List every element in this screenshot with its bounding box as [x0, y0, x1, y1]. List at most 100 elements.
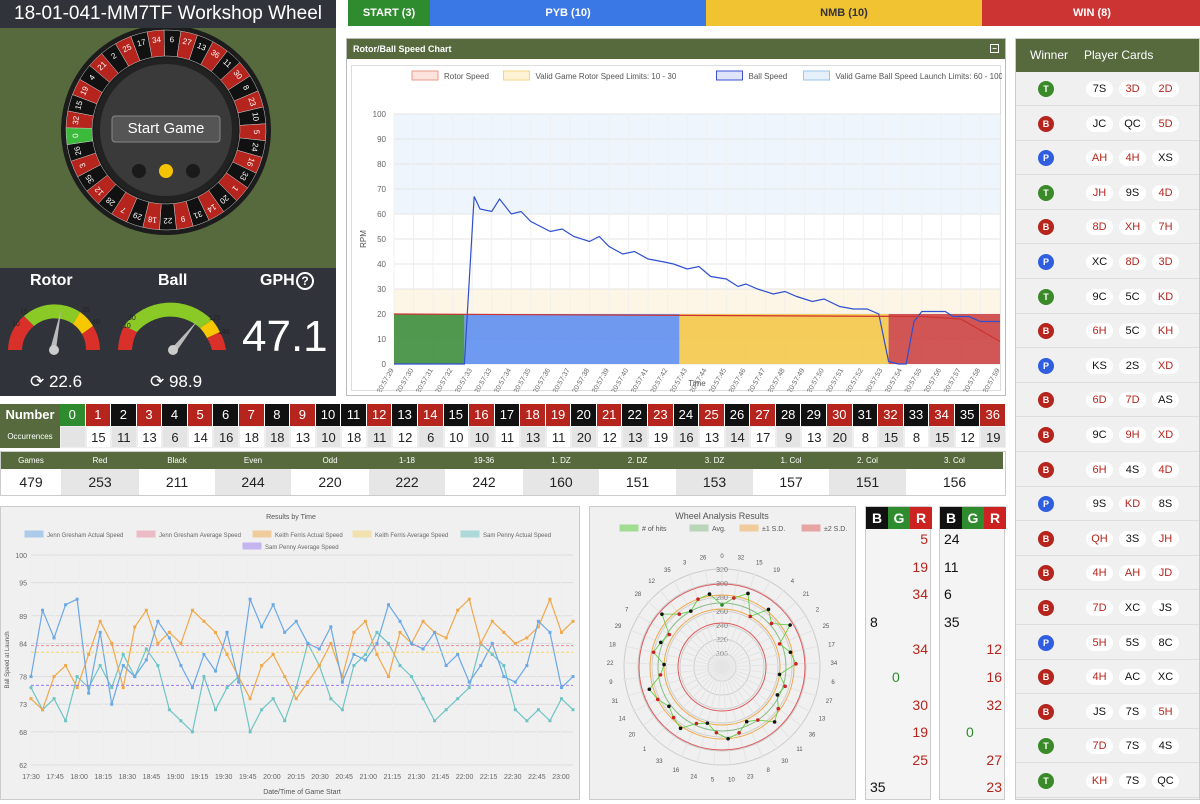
winner-row[interactable]: T KH 7S QC	[1016, 764, 1199, 798]
hit-point	[720, 603, 724, 607]
winner-row[interactable]: B JS 7S 5H	[1016, 694, 1199, 729]
series-point	[467, 686, 471, 690]
occurrence-cell: 18	[264, 426, 291, 448]
series-point	[190, 686, 194, 690]
player-card: 4D	[1152, 461, 1179, 478]
occurrence-cell: 13	[699, 426, 725, 448]
stat-value: 151	[599, 469, 676, 495]
player-card: KD	[1119, 496, 1146, 513]
start-game-button[interactable]: Start Game	[112, 116, 220, 142]
phase-3[interactable]: WIN (8)	[982, 0, 1200, 26]
winner-panel: Winner Player Cards T 7S 3D 2D B JC QC 5D P AH 4H X…	[1015, 38, 1200, 800]
winner-row[interactable]: B 4H AH JD	[1016, 556, 1199, 591]
occurrence-cell	[60, 426, 86, 448]
winner-badge: P	[1038, 150, 1054, 167]
winner-row[interactable]: P XC 8D 3D	[1016, 245, 1199, 279]
question-circle-icon[interactable]: ?	[296, 272, 314, 290]
winner-row[interactable]: B 4H AC XC	[1016, 660, 1199, 695]
winner-row[interactable]: B JC QC 5D	[1016, 106, 1199, 141]
x-tick: 20:57:37	[552, 367, 572, 392]
polar-number: 24	[690, 774, 697, 780]
series-point	[444, 636, 448, 640]
winner-row[interactable]: B 8D XH 7H	[1016, 210, 1199, 245]
series-point	[513, 708, 517, 712]
winner-row[interactable]: B 9C 9H XD	[1016, 418, 1199, 452]
player-card: 4S	[1119, 461, 1146, 478]
history-cell: 19	[912, 724, 928, 741]
series-point	[41, 608, 45, 612]
winner-badge: T	[1038, 773, 1054, 789]
legend-label: ±2 S.D.	[824, 526, 847, 533]
hit-point	[783, 684, 787, 689]
legend-label: Jenn Gresham Actual Speed	[47, 533, 123, 539]
polar-number: 31	[612, 699, 619, 705]
series-point	[29, 697, 33, 701]
speed-chart-area: Rotor Speed Valid Game Rotor Speed Limits…	[351, 65, 1004, 395]
occurrence-cell: 11	[545, 426, 572, 448]
winner-row[interactable]: P 5H 5S 8C	[1016, 625, 1199, 660]
winner-row[interactable]: T 7D 7S 4S	[1016, 729, 1199, 764]
x-tick: 20:15	[287, 774, 305, 781]
series-point	[398, 664, 402, 668]
polar-number: 23	[747, 774, 754, 780]
series-point	[248, 697, 252, 701]
occurrence-cell: 15	[929, 426, 955, 448]
legend-swatch	[136, 530, 156, 538]
ball-tick-10: 10	[123, 323, 131, 330]
series-point	[283, 630, 287, 634]
player-card: 7S	[1086, 81, 1113, 97]
series-point	[386, 603, 390, 607]
winner-row[interactable]: T 7S 3D 2D	[1016, 72, 1199, 106]
stat-column: Even 244	[215, 452, 291, 495]
occurrence-cell: 11	[494, 426, 521, 448]
ball-gauge	[118, 302, 226, 355]
occurrence-cell: 8	[903, 426, 930, 448]
gph-value: 47.1	[242, 312, 328, 361]
winner-badge: P	[1038, 496, 1054, 513]
occurrence-cell: 19	[648, 426, 674, 448]
number-cell: 5	[187, 404, 214, 426]
polar-number: 27	[826, 699, 833, 705]
hit-point	[744, 719, 749, 724]
pocket-number: 32	[71, 115, 81, 125]
legend-swatch	[24, 530, 44, 538]
winner-row[interactable]: T 9C 5C KD	[1016, 279, 1199, 314]
occurrence-cell: 6	[162, 426, 188, 448]
x-tick: 20:57:47	[747, 367, 767, 392]
winner-row[interactable]: B 6D 7D AS	[1016, 383, 1199, 418]
phase-1[interactable]: PYB (10)	[430, 0, 706, 26]
winner-row[interactable]: B 6H 4S 4D	[1016, 452, 1199, 487]
history-cell: 35	[870, 779, 886, 796]
winner-row[interactable]: P 9S KD 8S	[1016, 487, 1199, 522]
y-tick: 100	[15, 553, 27, 560]
occurrence-cell: 13	[801, 426, 828, 448]
series-point	[433, 630, 437, 634]
series-point	[190, 730, 194, 734]
phase-2[interactable]: NMB (10)	[706, 0, 982, 26]
player-card: 8S	[1152, 496, 1179, 513]
winner-row[interactable]: P KS 2S XD	[1016, 348, 1199, 383]
player-card: XD	[1152, 427, 1179, 443]
occurrence-cell: 20	[827, 426, 853, 448]
occurrence-cell: 9	[775, 426, 802, 448]
series-point	[559, 697, 563, 701]
winner-row[interactable]: B QH 3S JH	[1016, 521, 1199, 556]
legend-swatch	[739, 524, 759, 532]
phase-0[interactable]: START (3)	[348, 0, 430, 26]
x-tick: 20:57:33	[474, 367, 494, 392]
number-cell: 28	[775, 404, 802, 426]
winner-row[interactable]: B 7D XC JS	[1016, 591, 1199, 625]
number-cell: 0	[60, 404, 86, 426]
polar-number: 8	[766, 768, 770, 774]
winner-row[interactable]: B 6H 5C KH	[1016, 314, 1199, 349]
series-point	[410, 641, 414, 645]
hit-point	[726, 736, 730, 741]
legend-swatch	[460, 530, 480, 538]
player-card: 9C	[1086, 427, 1113, 443]
series-point	[144, 658, 148, 662]
series-point	[121, 664, 125, 668]
player-card: 8C	[1152, 634, 1179, 651]
winner-row[interactable]: T JH 9S 4D	[1016, 175, 1199, 210]
minus-square-icon[interactable]: −	[990, 44, 999, 53]
winner-row[interactable]: P AH 4H XS	[1016, 141, 1199, 176]
